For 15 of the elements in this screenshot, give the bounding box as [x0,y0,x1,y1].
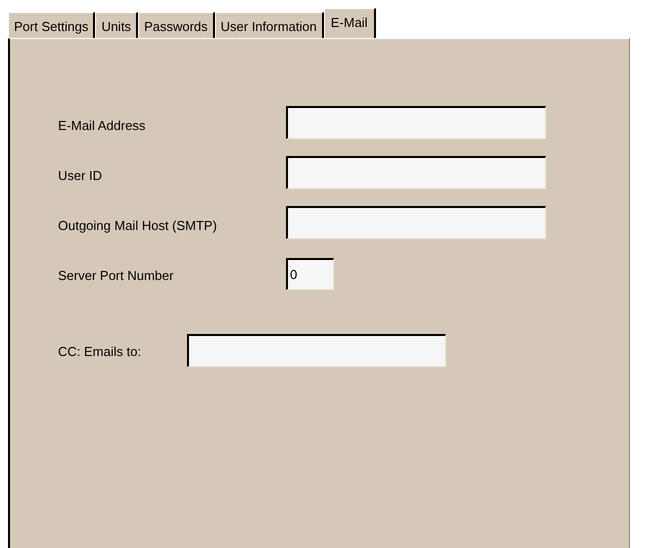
tab[interactable]: Port Settings [8,12,96,38]
input-field[interactable] [286,206,546,239]
input-field[interactable] [286,106,546,139]
field-label: E-Mail Address [58,117,146,135]
tab[interactable]: User Information [214,12,324,38]
input-field[interactable] [286,156,546,189]
field-label: User ID [58,167,104,185]
input-field[interactable] [187,334,446,367]
field-label: CC: Emails to: [58,343,142,361]
input-field[interactable]: 0 [286,258,334,290]
tab[interactable]: Units [95,12,138,38]
field-label: Server Port Number [58,267,175,285]
tab[interactable]: Passwords [138,12,215,38]
tab[interactable]: E-Mail [324,8,376,38]
field-label: Outgoing Mail Host (SMTP) [58,217,218,235]
